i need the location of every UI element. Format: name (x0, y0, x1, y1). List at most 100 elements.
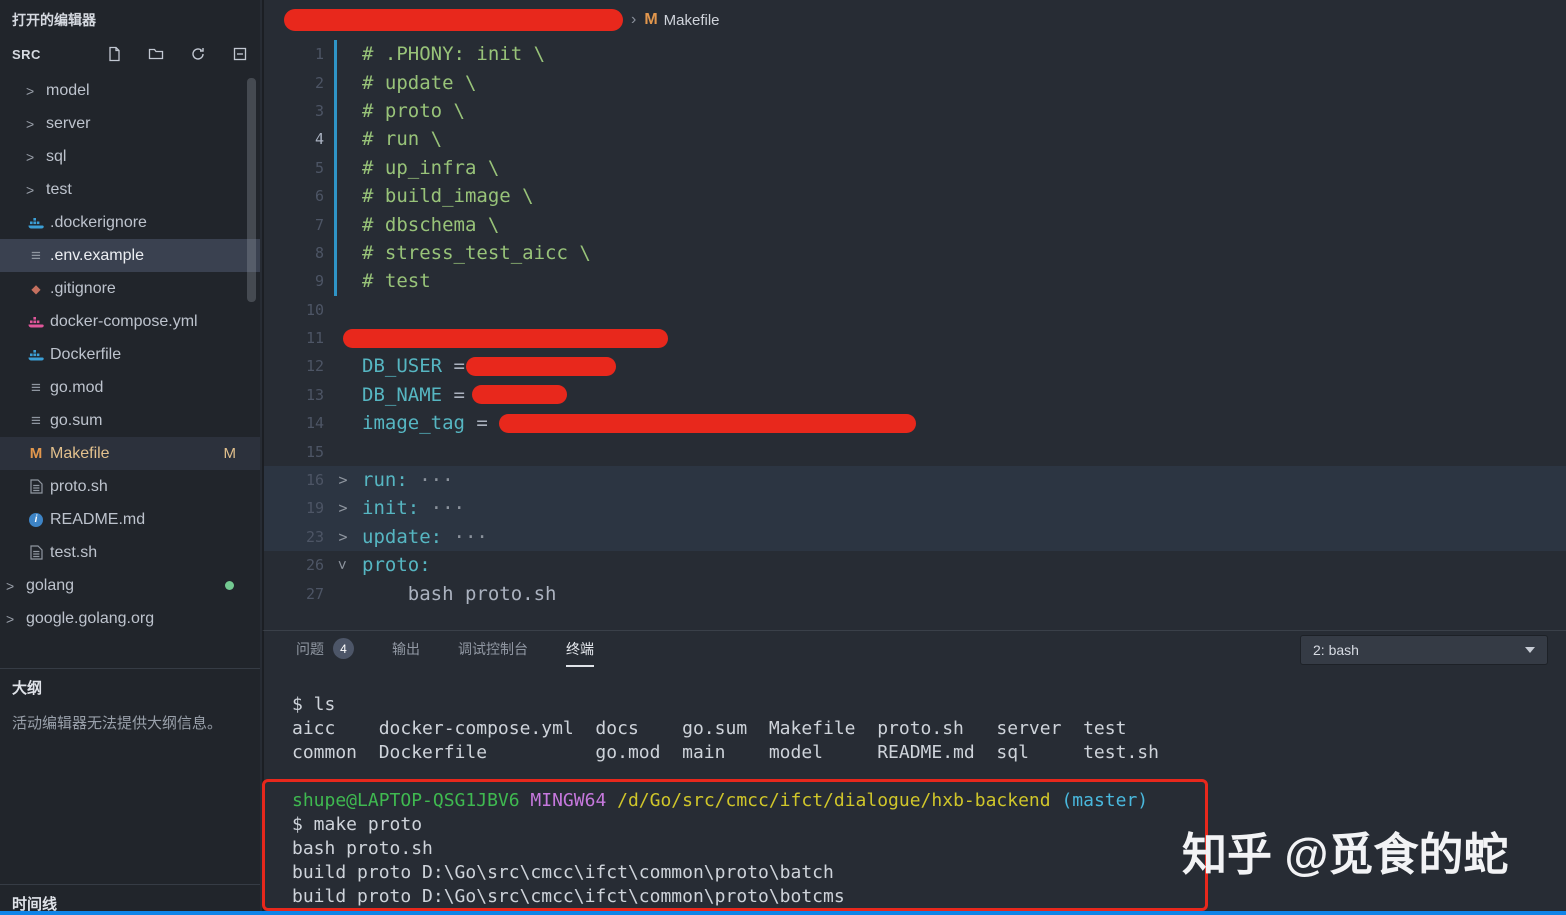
code-line-23[interactable]: 23 > update: ··· (264, 522, 1566, 552)
code-text (343, 328, 668, 348)
panel-tab-1[interactable]: 问题 4 (296, 638, 354, 669)
tree-item-google.golang.org[interactable]: > google.golang.org (0, 602, 260, 635)
docker-icon (26, 346, 46, 364)
tree-item-.dockerignore[interactable]: .dockerignore (0, 206, 260, 239)
new-folder-icon[interactable] (148, 46, 164, 62)
code-token: proto: (362, 554, 431, 577)
terminal-selector[interactable]: 2: bash (1300, 635, 1548, 665)
code-line-5[interactable]: 5 # up_infra \ (264, 153, 1566, 183)
terminal-output[interactable]: $ ls aicc docker-compose.yml docs go.sum … (292, 693, 1159, 909)
chevron-down-icon[interactable]: > (324, 556, 362, 574)
collapse-all-icon[interactable] (232, 46, 248, 62)
line-number: 4 (314, 130, 324, 149)
tree-item-label: server (46, 114, 91, 132)
code-line-26[interactable]: 26 > proto: (264, 551, 1566, 579)
code-line-27[interactable]: 27 bash proto.sh (264, 579, 1566, 607)
chevron-right-icon[interactable]: > (324, 499, 362, 517)
terminal-text: shupe@LAPTOP-QSG1JBV6 (292, 790, 531, 811)
breadcrumb-file[interactable]: Makefile (664, 12, 720, 29)
makefile-icon: M (644, 11, 658, 28)
code-line-2[interactable]: 2 # update \ (264, 68, 1566, 98)
code-token: # proto \ (362, 99, 465, 122)
code-token: = (476, 412, 500, 435)
tree-item-label: docker-compose.yml (50, 312, 198, 330)
tree-item-Dockerfile[interactable]: Dockerfile (0, 338, 260, 371)
tree-item-go.mod[interactable]: ≡ go.mod (0, 371, 260, 404)
code-line-14[interactable]: 14 image_tag = (264, 409, 1566, 437)
lines-icon: ≡ (31, 377, 41, 397)
outline-header[interactable]: 大纲 (12, 677, 248, 698)
panel-tab-2[interactable]: 输出 (392, 639, 420, 669)
watermark: 知乎 @觅食的蛇 (1182, 818, 1508, 883)
tree-item-label: test.sh (50, 543, 98, 561)
line-number: 5 (314, 158, 324, 177)
green-dot-indicator (225, 581, 234, 590)
panel-tab-3[interactable]: 调试控制台 (458, 639, 528, 669)
tree-item-go.sum[interactable]: ≡ go.sum (0, 404, 260, 437)
code-line-1[interactable]: 1 # .PHONY: init \ (264, 40, 1566, 69)
code-line-6[interactable]: 6 # build_image \ (264, 181, 1566, 211)
code-line-4[interactable]: 4 # run \ (264, 125, 1566, 154)
breadcrumb-separator: › (631, 11, 637, 28)
line-number: 9 (314, 272, 324, 291)
code-line-12[interactable]: 12 DB_USER = (264, 352, 1566, 380)
explorer-section-header[interactable]: SRC (0, 38, 260, 70)
code-text: # run \ (362, 128, 442, 150)
code-text: # proto \ (362, 100, 465, 122)
line-number: 12 (305, 357, 324, 376)
chevron-right-icon[interactable]: > (324, 471, 362, 489)
chevron-right-icon: > (26, 82, 35, 99)
tree-item-test[interactable]: > test (0, 173, 260, 206)
tree-item-sql[interactable]: > sql (0, 140, 260, 173)
lines-icon: ≡ (31, 410, 41, 430)
terminal-line: build proto D:\Go\src\cmcc\ifct\common\p… (292, 861, 1159, 885)
git-modified-badge: M (223, 445, 237, 462)
line-number: 10 (305, 300, 324, 319)
refresh-icon[interactable] (190, 46, 206, 62)
sidebar-scrollbar[interactable] (247, 78, 256, 302)
code-line-8[interactable]: 8 # stress_test_aicc \ (264, 238, 1566, 268)
code-line-3[interactable]: 3 # proto \ (264, 96, 1566, 126)
code-line-19[interactable]: 19 > init: ··· (264, 494, 1566, 523)
code-text: DB_NAME = (362, 384, 568, 406)
code-token: update: (362, 525, 443, 548)
terminal-line: common Dockerfile go.mod main model READ… (292, 741, 1159, 765)
tree-item-.gitignore[interactable]: ◆ .gitignore (0, 272, 260, 305)
tree-item-test.sh[interactable]: test.sh (0, 536, 260, 569)
tree-item-docker-compose.yml[interactable]: docker-compose.yml (0, 305, 260, 338)
tree-item-label: go.mod (50, 378, 104, 396)
code-line-10[interactable]: 10 (264, 296, 1566, 324)
terminal-line: build proto D:\Go\src\cmcc\ifct\common\p… (292, 885, 1159, 909)
code-text: init: ··· (362, 497, 465, 519)
panel-tab-4[interactable]: 终端 (566, 639, 594, 669)
breadcrumb[interactable]: › M Makefile (264, 0, 1566, 40)
code-text: # dbschema \ (362, 214, 499, 236)
code-text: # build_image \ (362, 185, 534, 207)
chevron-right-icon[interactable]: > (324, 528, 362, 546)
tree-item-server[interactable]: > server (0, 107, 260, 140)
code-view[interactable]: 1 # .PHONY: init \ 2 # update \ 3 # proto \ 4 #… (264, 40, 1566, 608)
line-number: 7 (314, 215, 324, 234)
code-line-15[interactable]: 15 (264, 437, 1566, 465)
outline-message: 活动编辑器无法提供大纲信息。 (12, 715, 223, 732)
tree-item-label: golang (26, 576, 75, 594)
line-number: 16 (305, 471, 324, 490)
tree-item-label: .gitignore (50, 279, 116, 297)
tree-item-model[interactable]: > model (0, 74, 260, 107)
code-line-11[interactable]: 11 (264, 324, 1566, 352)
line-number: 26 (305, 556, 324, 575)
code-line-13[interactable]: 13 DB_NAME = (264, 381, 1566, 409)
tree-item-golang[interactable]: > golang (0, 569, 260, 602)
tree-item-README.md[interactable]: i README.md (0, 503, 260, 536)
code-token: # build_image \ (362, 185, 534, 208)
tree-item-proto.sh[interactable]: proto.sh (0, 470, 260, 503)
code-line-9[interactable]: 9 # test (264, 267, 1566, 296)
code-line-16[interactable]: 16 > run: ··· (264, 465, 1566, 495)
git-icon: ◆ (31, 281, 41, 296)
code-line-7[interactable]: 7 # dbschema \ (264, 210, 1566, 240)
chevron-right-icon: > (6, 610, 15, 627)
new-file-icon[interactable] (106, 46, 122, 62)
tree-item-.env.example[interactable]: ≡ .env.example (0, 239, 260, 272)
open-editors-header[interactable]: 打开的编辑器 (0, 0, 260, 38)
tree-item-Makefile[interactable]: M Makefile M (0, 437, 260, 470)
